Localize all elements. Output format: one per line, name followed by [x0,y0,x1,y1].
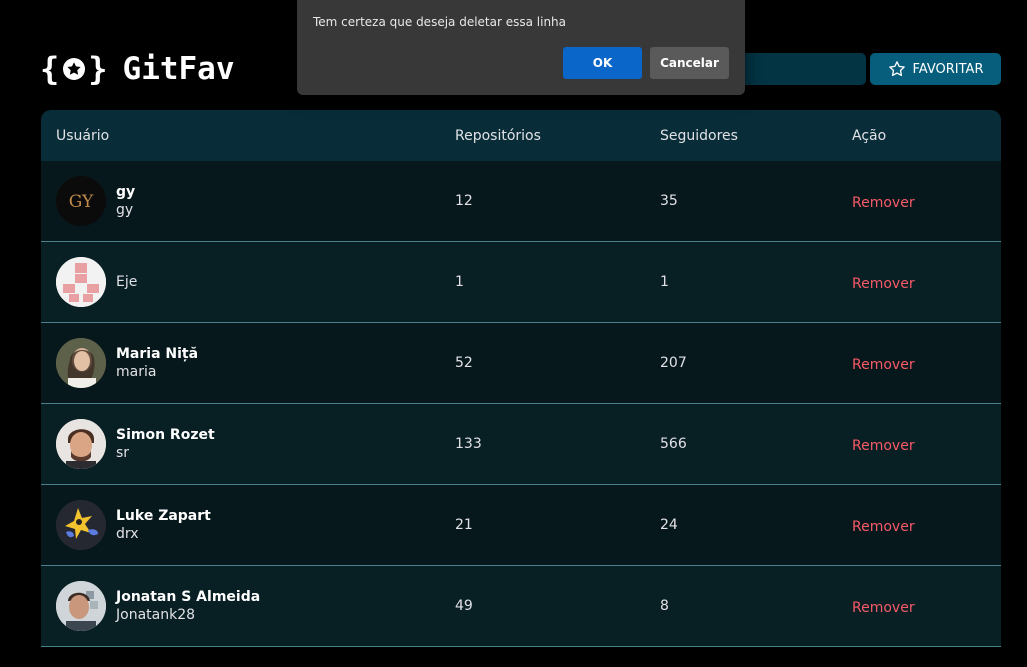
ok-button[interactable]: OK [563,47,642,79]
user-cell: Maria Niță maria [41,338,455,388]
identicon-avatar-icon [56,257,106,307]
repos-count: 49 [455,598,473,614]
avatar[interactable]: GY [56,176,106,226]
column-header-repos: Repositórios [455,127,541,144]
logo-gy-avatar-icon: GY [56,176,106,226]
remove-button[interactable]: Remover [852,276,915,292]
table-row: GY gy gy 12 35 Remover [41,161,1001,242]
repos-count: 133 [455,436,482,452]
svg-text:GY: GY [69,192,94,212]
user-name[interactable]: Simon Rozet [116,427,215,443]
avatar[interactable] [56,419,106,469]
user-text: Maria Niță maria [116,346,198,380]
star-outline-icon [888,61,905,77]
followers-count: 24 [660,517,678,533]
user-name[interactable]: Maria Niță [116,346,198,362]
user-name[interactable]: gy [116,184,135,200]
column-header-user: Usuário [56,127,110,144]
repos-count: 12 [455,193,473,209]
followers-count: 566 [660,436,687,452]
user-cell: Eje [41,257,455,307]
app-title: GitFav [122,51,235,87]
column-header-followers: Seguidores [660,127,738,144]
repos-count: 1 [455,274,464,290]
table-header: Usuário Repositórios Seguidores Ação [41,110,1001,161]
table-row: Simon Rozet sr 133 566 Remover [41,404,1001,485]
table-row: Jonatan S Almeida Jonatank28 49 8 Remove… [41,566,1001,647]
avatar[interactable] [56,338,106,388]
logo-right-brace: } [88,50,109,88]
dialog-message: Tem certeza que deseja deletar essa linh… [313,15,567,29]
user-text: Eje [116,274,137,290]
remove-button[interactable]: Remover [852,519,915,535]
avatar[interactable] [56,581,106,631]
user-login: drx [116,526,139,542]
favorite-button-label: FAVORITAR [912,61,984,77]
cartoon-avatar-icon [56,500,106,550]
photo-avatar-icon [56,338,106,388]
table-row: Luke Zapart drx 21 24 Remover [41,485,1001,566]
user-text: Jonatan S Almeida Jonatank28 [116,589,260,623]
user-name[interactable]: Jonatan S Almeida [116,589,260,605]
column-header-action: Ação [852,127,887,144]
user-text: Simon Rozet sr [116,427,215,461]
remove-button[interactable]: Remover [852,357,915,373]
user-name[interactable]: Luke Zapart [116,508,211,524]
logo-left-brace: { [40,50,61,88]
photo-avatar-icon [56,581,106,631]
app-logo: { } GitFav [40,50,235,88]
user-cell: Jonatan S Almeida Jonatank28 [41,581,455,631]
followers-count: 8 [660,598,669,614]
user-login: maria [116,364,157,380]
repos-count: 52 [455,355,473,371]
cancel-button[interactable]: Cancelar [650,47,729,79]
user-login: sr [116,445,130,461]
favorites-table: Usuário Repositórios Seguidores Ação GY … [41,110,1001,647]
table-row: Maria Niță maria 52 207 Remover [41,323,1001,404]
user-login: Eje [116,274,138,290]
repos-count: 21 [455,517,473,533]
confirm-dialog: Tem certeza que deseja deletar essa linh… [297,0,745,95]
followers-count: 35 [660,193,678,209]
user-cell: Simon Rozet sr [41,419,455,469]
gitfav-page: { } GitFav FAVORITAR Usuário Repositório… [0,0,1027,667]
table-row: Eje 1 1 Remover [41,242,1001,323]
followers-count: 207 [660,355,687,371]
user-login: Jonatank28 [116,607,196,623]
avatar[interactable] [56,257,106,307]
user-text: Luke Zapart drx [116,508,211,542]
logo-mark: { } [40,50,109,88]
remove-button[interactable]: Remover [852,600,915,616]
star-badge-icon [63,58,86,80]
user-login: gy [116,202,134,218]
remove-button[interactable]: Remover [852,438,915,454]
avatar[interactable] [56,500,106,550]
remove-button[interactable]: Remover [852,195,915,211]
user-text: gy gy [116,184,135,218]
user-cell: GY gy gy [41,176,455,226]
user-cell: Luke Zapart drx [41,500,455,550]
favorite-button[interactable]: FAVORITAR [870,53,1001,85]
photo-avatar-icon [56,419,106,469]
followers-count: 1 [660,274,669,290]
